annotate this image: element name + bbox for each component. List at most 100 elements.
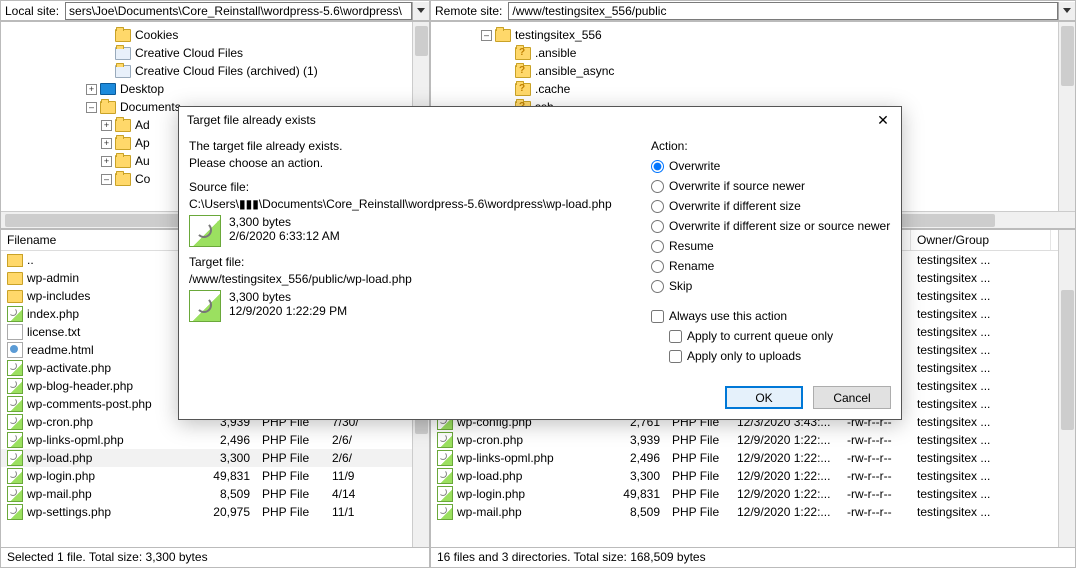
target-file-date: 12/9/2020 1:22:29 PM: [229, 304, 347, 318]
remote-status-bar: 16 files and 3 directories. Total size: …: [431, 547, 1075, 567]
source-file-path: C:\Users\▮▮▮\Documents\Core_Reinstall\wo…: [189, 197, 641, 211]
file-owner: testingsitex ...: [911, 271, 1051, 285]
file-perm: -rw-r--r--: [841, 487, 911, 501]
file-name: wp-admin: [27, 271, 79, 285]
source-file-date: 2/6/2020 6:33:12 AM: [229, 229, 340, 243]
action-radio-1[interactable]: [651, 180, 664, 193]
folder-icon: [7, 272, 23, 285]
file-owner: testingsitex ...: [911, 487, 1051, 501]
tree-item[interactable]: + Desktop: [41, 80, 429, 98]
tree-item-label: .ansible_async: [535, 64, 614, 78]
php-icon: [437, 432, 453, 448]
action-radio-2[interactable]: [651, 200, 664, 213]
file-size: 49,831: [611, 487, 666, 501]
expander-icon[interactable]: –: [86, 102, 97, 113]
file-date: 12/9/2020 1:22:...: [731, 487, 841, 501]
remote-site-bar: Remote site:: [430, 0, 1076, 21]
remote-tree-vscroll[interactable]: [1058, 22, 1075, 211]
file-owner: testingsitex ...: [911, 307, 1051, 321]
file-size: 2,496: [611, 451, 666, 465]
uploads-checkbox[interactable]: [669, 350, 682, 363]
action-radio-label: Overwrite if different size or source ne…: [669, 219, 890, 233]
dialog-msg1: The target file already exists.: [189, 139, 641, 153]
always-checkbox[interactable]: [651, 310, 664, 323]
file-name: ..: [27, 253, 34, 267]
action-radio-5[interactable]: [651, 260, 664, 273]
file-row[interactable]: wp-links-opml.php2,496PHP File2/6/: [1, 431, 429, 449]
file-date: 12/9/2020 1:22:...: [731, 505, 841, 519]
target-file-size: 3,300 bytes: [229, 290, 347, 304]
file-size: 49,831: [201, 469, 256, 483]
expander-icon[interactable]: +: [101, 138, 112, 149]
php-icon: [7, 468, 23, 484]
file-row[interactable]: wp-login.php49,831PHP File11/9: [1, 467, 429, 485]
local-col-filename[interactable]: Filename: [1, 230, 201, 250]
file-owner: testingsitex ...: [911, 433, 1051, 447]
dialog-close-button[interactable]: ✕: [869, 110, 897, 130]
action-radio-label: Rename: [669, 259, 714, 273]
tree-item[interactable]: Creative Cloud Files (archived) (1): [41, 62, 429, 80]
cloud-icon: [115, 47, 131, 60]
file-type: PHP File: [666, 451, 731, 465]
local-path-input[interactable]: [65, 2, 412, 20]
folder-icon: [7, 290, 23, 303]
expander-icon[interactable]: –: [481, 30, 492, 41]
action-radio-4[interactable]: [651, 240, 664, 253]
remote-col-owner[interactable]: Owner/Group: [911, 230, 1051, 250]
action-radio-label: Overwrite if different size: [669, 199, 801, 213]
expander-icon[interactable]: +: [101, 120, 112, 131]
file-row[interactable]: wp-login.php49,831PHP File12/9/2020 1:22…: [431, 485, 1075, 503]
file-type: PHP File: [666, 433, 731, 447]
cancel-button[interactable]: Cancel: [813, 386, 891, 409]
tree-item-label: Co: [135, 172, 150, 186]
tree-item-label: Desktop: [120, 82, 164, 96]
remote-path-dropdown[interactable]: [1058, 2, 1075, 20]
ok-button[interactable]: OK: [725, 386, 803, 409]
file-name: wp-activate.php: [27, 361, 111, 375]
file-row[interactable]: wp-cron.php3,939PHP File12/9/2020 1:22:.…: [431, 431, 1075, 449]
file-name: wp-links-opml.php: [27, 433, 124, 447]
action-radio-0[interactable]: [651, 160, 664, 173]
desktop-icon: [100, 83, 116, 95]
tree-item[interactable]: Cookies: [41, 26, 429, 44]
file-name: wp-login.php: [27, 469, 95, 483]
file-owner: testingsitex ...: [911, 361, 1051, 375]
tree-item[interactable]: .cache: [451, 80, 1075, 98]
queue-checkbox[interactable]: [669, 330, 682, 343]
action-radio-6[interactable]: [651, 280, 664, 293]
file-name: readme.html: [27, 343, 94, 357]
remote-list-vscroll[interactable]: [1058, 230, 1075, 547]
source-file-label: Source file:: [189, 180, 641, 194]
file-name: wp-links-opml.php: [457, 451, 554, 465]
file-row[interactable]: wp-mail.php8,509PHP File4/14: [1, 485, 429, 503]
file-row[interactable]: wp-load.php3,300PHP File2/6/: [1, 449, 429, 467]
local-path-dropdown[interactable]: [412, 2, 429, 20]
remote-path-input[interactable]: [508, 2, 1058, 20]
file-size: 8,509: [201, 487, 256, 501]
tree-item[interactable]: .ansible_async: [451, 62, 1075, 80]
file-row[interactable]: wp-links-opml.php2,496PHP File12/9/2020 …: [431, 449, 1075, 467]
tree-item[interactable]: Creative Cloud Files: [41, 44, 429, 62]
local-site-label: Local site:: [1, 4, 65, 18]
file-row[interactable]: wp-load.php3,300PHP File12/9/2020 1:22:.…: [431, 467, 1075, 485]
file-size: 8,509: [611, 505, 666, 519]
php-icon: [7, 450, 23, 466]
file-row[interactable]: wp-mail.php8,509PHP File12/9/2020 1:22:.…: [431, 503, 1075, 521]
file-date: 4/14: [326, 487, 386, 501]
local-status-bar: Selected 1 file. Total size: 3,300 bytes: [1, 547, 429, 567]
tree-item[interactable]: –testingsitex_556: [451, 26, 1075, 44]
folder-icon: [115, 29, 131, 42]
file-date: 2/6/: [326, 451, 386, 465]
action-radio-3[interactable]: [651, 220, 664, 233]
cloud-icon: [115, 65, 131, 78]
expander-icon[interactable]: +: [101, 156, 112, 167]
file-owner: testingsitex ...: [911, 289, 1051, 303]
php-icon: [437, 450, 453, 466]
file-row[interactable]: wp-settings.php20,975PHP File11/1: [1, 503, 429, 521]
file-name: wp-cron.php: [27, 415, 93, 429]
folder-icon: [115, 155, 131, 168]
expander-icon[interactable]: +: [86, 84, 97, 95]
expander-icon[interactable]: –: [101, 174, 112, 185]
tree-item[interactable]: .ansible: [451, 44, 1075, 62]
file-size: 3,300: [611, 469, 666, 483]
